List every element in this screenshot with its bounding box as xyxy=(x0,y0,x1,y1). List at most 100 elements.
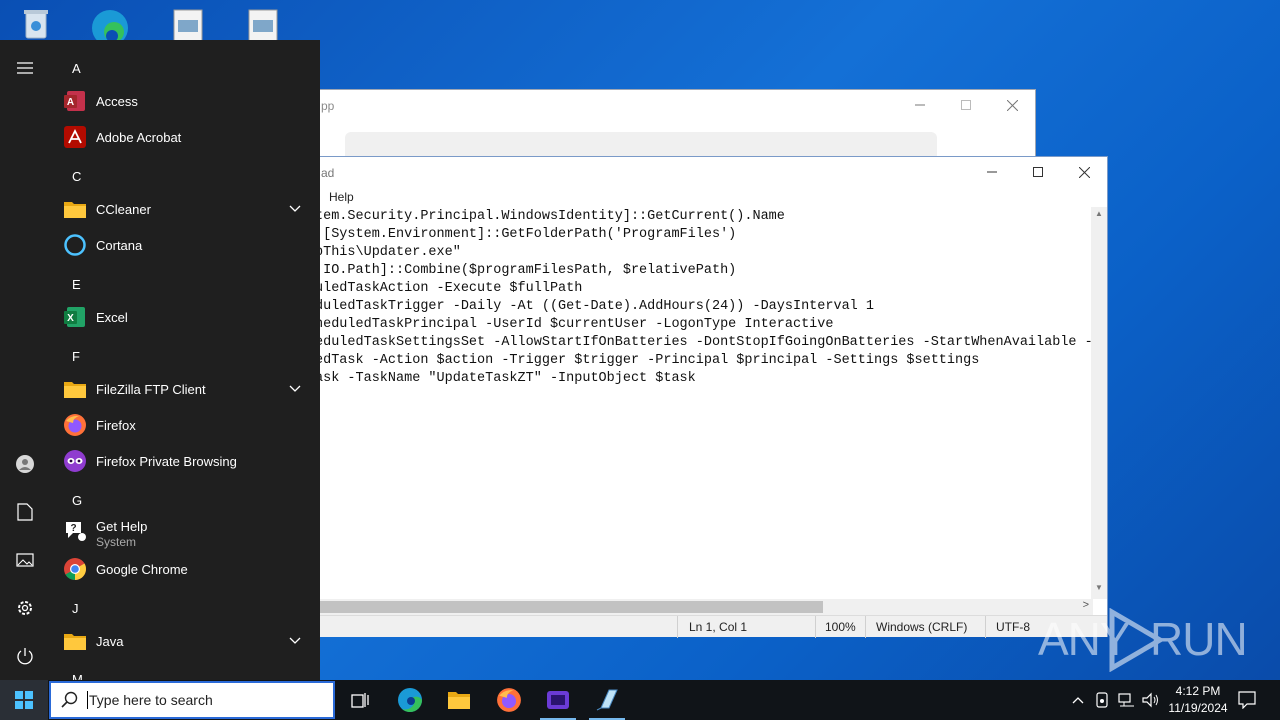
text-line: [System.Environment]::GetFolderPath('Pro… xyxy=(315,227,737,242)
zoom-level: 100% xyxy=(825,620,856,634)
letter-header[interactable]: G xyxy=(72,493,82,508)
text-line: uledTaskAction -Execute $fullPath xyxy=(315,281,583,296)
app-label: FileZilla FTP Client xyxy=(96,382,206,397)
window-title: ad xyxy=(321,166,335,180)
taskbar-file-explorer[interactable] xyxy=(435,680,483,720)
network-button[interactable] xyxy=(1116,680,1138,720)
app-cortana[interactable]: Cortana xyxy=(50,227,320,263)
app-sublabel: System xyxy=(96,535,137,549)
start-menu[interactable]: A A Access Adobe Acrobat C CCleaner Cort… xyxy=(0,40,320,680)
maximize-button[interactable] xyxy=(1015,157,1061,187)
vertical-scrollbar[interactable]: ▲ ▼ xyxy=(1091,207,1107,599)
scroll-thumb[interactable] xyxy=(301,601,823,613)
anyrun-watermark: ANY RUN xyxy=(1038,608,1248,672)
app-label: CCleaner xyxy=(96,202,151,217)
app-list[interactable]: A A Access Adobe Acrobat C CCleaner Cort… xyxy=(50,40,320,680)
settings-gear-icon[interactable] xyxy=(13,596,37,620)
recycle-bin-icon[interactable] xyxy=(16,6,56,42)
clock-time: 4:12 PM xyxy=(1175,684,1221,698)
taskbar-search-box[interactable]: Type here to search xyxy=(49,681,335,719)
app-label: Java xyxy=(96,634,124,649)
excel-icon: X xyxy=(64,307,85,327)
app-access[interactable]: A Access xyxy=(50,83,320,119)
svg-text:A: A xyxy=(67,97,74,108)
letter-header[interactable]: C xyxy=(72,169,81,184)
cortana-icon xyxy=(64,234,86,256)
pictures-icon[interactable] xyxy=(13,548,37,572)
scroll-up-icon[interactable]: ▲ xyxy=(1091,209,1107,223)
edge-icon xyxy=(398,688,423,713)
volume-button[interactable] xyxy=(1140,680,1162,720)
start-button[interactable] xyxy=(0,680,48,720)
file-icon[interactable] xyxy=(170,6,210,43)
encoding: UTF-8 xyxy=(996,620,1030,634)
line-ending: Windows (CRLF) xyxy=(876,620,968,634)
chevron-down-icon[interactable] xyxy=(288,201,302,215)
app-ccleaner[interactable]: CCleaner xyxy=(50,191,320,227)
chevron-down-icon[interactable] xyxy=(288,633,302,647)
taskbar-clock[interactable]: 4:12 PM 11/19/2024 xyxy=(1160,683,1236,717)
search-icon xyxy=(61,691,78,708)
title-bar[interactable]: ad xyxy=(301,157,1107,187)
minimize-icon xyxy=(915,104,925,106)
hamburger-menu-icon[interactable] xyxy=(13,56,37,80)
text-editor[interactable]: tem.Security.Principal.WindowsIdentity]:… xyxy=(301,207,1093,599)
app-firefox-private[interactable]: Firefox Private Browsing xyxy=(50,443,320,479)
menu-help[interactable]: Help xyxy=(329,190,354,204)
app-excel[interactable]: X Excel xyxy=(50,299,320,335)
minimize-button[interactable] xyxy=(897,90,943,120)
folder-icon xyxy=(64,202,86,218)
maximize-button[interactable] xyxy=(943,90,989,120)
taskbar-app-active[interactable] xyxy=(534,680,582,720)
edge-icon[interactable] xyxy=(88,6,128,46)
app-label: Excel xyxy=(96,310,128,325)
start-rail xyxy=(0,40,50,680)
taskbar-firefox[interactable] xyxy=(485,680,533,720)
access-icon: A xyxy=(64,91,85,111)
app-java[interactable]: Java xyxy=(50,623,320,659)
firefox-icon xyxy=(497,688,521,712)
text-line: pThis\Updater.exe" xyxy=(315,245,461,260)
close-button[interactable] xyxy=(1061,157,1107,187)
task-view-button[interactable] xyxy=(336,680,384,720)
firefox-private-icon xyxy=(64,450,86,472)
show-hidden-icons-button[interactable] xyxy=(1068,680,1088,720)
task-view-icon xyxy=(351,693,369,708)
app-google-chrome[interactable]: Google Chrome xyxy=(50,551,320,587)
menu-bar: Help xyxy=(301,187,1107,207)
maximize-icon xyxy=(961,100,971,110)
letter-header[interactable]: E xyxy=(72,277,81,292)
app-label: Google Chrome xyxy=(96,562,188,577)
text-line: eduledTaskSettingsSet -AllowStartIfOnBat… xyxy=(315,335,1093,350)
notifications-button[interactable] xyxy=(1234,680,1260,720)
notepad-window[interactable]: ad Help tem.Security.Principal.WindowsId… xyxy=(300,156,1108,638)
scroll-down-icon[interactable]: ▼ xyxy=(1091,583,1107,597)
get-help-icon: ? xyxy=(66,522,86,541)
app-window-icon xyxy=(547,691,569,709)
chevron-down-icon[interactable] xyxy=(288,381,302,395)
minimize-icon xyxy=(987,171,997,173)
file-icon[interactable] xyxy=(245,6,285,43)
svg-text:X: X xyxy=(67,313,74,324)
power-icon[interactable] xyxy=(13,644,37,668)
letter-header[interactable]: F xyxy=(72,349,80,364)
documents-icon[interactable] xyxy=(13,500,37,524)
svg-text:?: ? xyxy=(70,523,76,534)
firefox-icon xyxy=(64,414,86,436)
tray-app-icon[interactable] xyxy=(1092,680,1112,720)
letter-header[interactable]: A xyxy=(72,61,81,76)
taskbar-notepad[interactable] xyxy=(583,680,631,720)
minimize-button[interactable] xyxy=(969,157,1015,187)
cursor-position: Ln 1, Col 1 xyxy=(689,620,748,634)
app-filezilla[interactable]: FileZilla FTP Client xyxy=(50,371,320,407)
maximize-icon xyxy=(1033,167,1043,177)
close-button[interactable] xyxy=(989,90,1035,120)
user-account-icon[interactable] xyxy=(13,452,37,476)
taskbar-edge[interactable] xyxy=(386,680,434,720)
letter-header[interactable]: M xyxy=(72,672,83,680)
text-line: heduledTaskPrincipal -UserId $currentUse… xyxy=(315,317,834,332)
letter-header[interactable]: J xyxy=(72,601,79,616)
app-adobe-acrobat[interactable]: Adobe Acrobat xyxy=(50,119,320,155)
horizontal-scrollbar[interactable]: > xyxy=(301,599,1093,615)
app-firefox[interactable]: Firefox xyxy=(50,407,320,443)
